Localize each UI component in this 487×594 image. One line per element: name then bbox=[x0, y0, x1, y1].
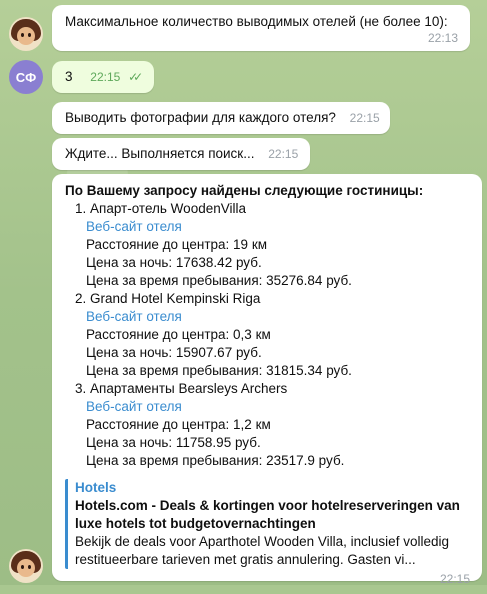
bot-avatar[interactable] bbox=[9, 17, 43, 51]
message-text: Выводить фотографии для каждого отеля? bbox=[65, 110, 336, 125]
hotel-price-total: Цена за время пребывания: 35276.84 руб. bbox=[86, 273, 352, 288]
message-time: 22:15 bbox=[268, 147, 299, 161]
bot-avatar[interactable] bbox=[9, 549, 43, 583]
hotel-price-night: Цена за ночь: 15907.67 руб. bbox=[86, 345, 262, 360]
hotel-website-link[interactable]: Веб-сайт отеля bbox=[65, 398, 470, 416]
outgoing-message-bubble[interactable]: 3 22:15 ✓✓ bbox=[52, 61, 154, 93]
message-time: 22:13 bbox=[427, 31, 458, 45]
user-initials: СФ bbox=[15, 69, 37, 85]
results-heading: По Вашему запросу найдены следующие гост… bbox=[65, 183, 424, 198]
hotel-price-total: Цена за время пребывания: 31815.34 руб. bbox=[86, 363, 352, 378]
message-bubble[interactable]: Выводить фотографии для каждого отеля? 2… bbox=[52, 102, 390, 134]
results-message-bubble[interactable]: По Вашему запросу найдены следующие гост… bbox=[52, 174, 482, 586]
hotel-name: 2. Grand Hotel Kempinski Riga bbox=[75, 291, 261, 306]
hotel-distance: Расстояние до центра: 19 км bbox=[86, 237, 268, 252]
user-avatar[interactable]: СФ bbox=[9, 60, 43, 94]
message-text: 3 bbox=[65, 69, 73, 84]
double-check-icon: ✓✓ bbox=[128, 70, 143, 84]
hotel-price-night: Цена за ночь: 17638.42 руб. bbox=[86, 255, 262, 270]
hotel-entry: 1. Апарт-отель WoodenVilla Веб-сайт отел… bbox=[65, 200, 470, 290]
message-bubble[interactable]: Ждите... Выполняется поиск... 22:15 bbox=[52, 138, 310, 170]
hotel-entry: 3. Апартаменты Bearsleys Archers Веб-сай… bbox=[65, 380, 470, 470]
preview-site-name: Hotels bbox=[75, 480, 117, 495]
link-preview[interactable]: Hotels Hotels.com - Deals & kortingen vo… bbox=[65, 479, 470, 569]
hotel-website-link[interactable]: Веб-сайт отеля bbox=[65, 308, 470, 326]
hotel-website-link[interactable]: Веб-сайт отеля bbox=[65, 218, 470, 236]
hotel-price-night: Цена за ночь: 11758.95 руб. bbox=[86, 435, 261, 450]
message-text: Максимальное количество выводимых отелей… bbox=[65, 14, 448, 29]
hotel-distance: Расстояние до центра: 0,3 км bbox=[86, 327, 271, 342]
hotel-price-total: Цена за время пребывания: 23517.9 руб. bbox=[86, 453, 345, 468]
hotel-distance: Расстояние до центра: 1,2 км bbox=[86, 417, 271, 432]
message-time: 22:15 bbox=[349, 111, 380, 125]
message-text: Ждите... Выполняется поиск... bbox=[65, 146, 255, 161]
preview-description: Bekijk de deals voor Aparthotel Wooden V… bbox=[75, 534, 449, 567]
hotel-name: 3. Апартаменты Bearsleys Archers bbox=[75, 381, 288, 396]
preview-title: Hotels.com - Deals & kortingen voor hote… bbox=[75, 498, 460, 531]
message-time: 22:15 bbox=[439, 572, 470, 586]
message-time: 22:15 bbox=[90, 70, 121, 84]
hotel-entry: 2. Grand Hotel Kempinski Riga Веб-сайт о… bbox=[65, 290, 470, 380]
hotel-name: 1. Апарт-отель WoodenVilla bbox=[75, 201, 246, 216]
message-bubble[interactable]: Максимальное количество выводимых отелей… bbox=[52, 5, 470, 51]
